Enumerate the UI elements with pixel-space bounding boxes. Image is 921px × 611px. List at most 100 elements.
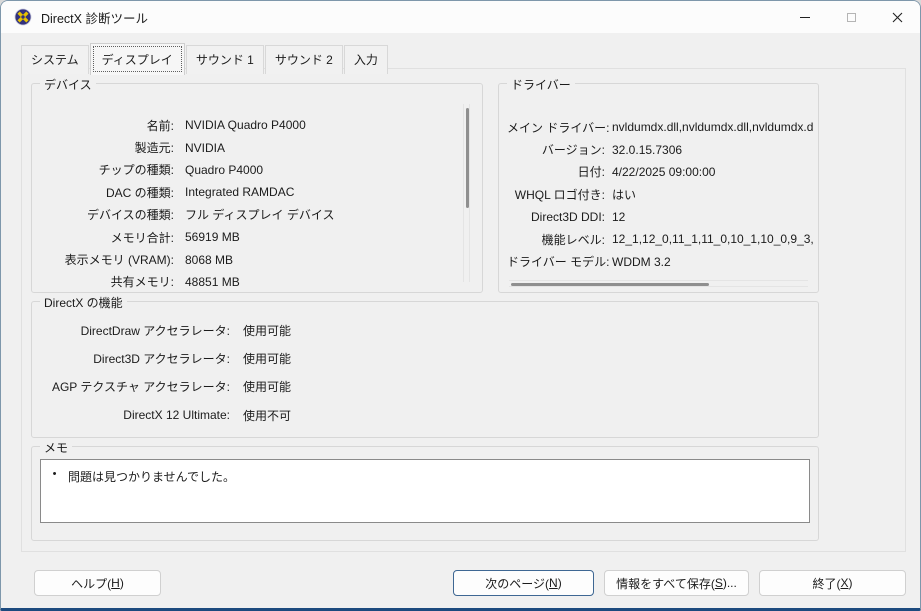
- info-value: 12: [612, 209, 626, 224]
- bullet-icon: •: [52, 468, 57, 480]
- info-row: DirectX 12 Ultimate: 使用不可: [40, 401, 810, 429]
- info-value: 使用不可: [243, 408, 292, 423]
- button-label: 次のページ(: [485, 576, 550, 591]
- tab[interactable]: ディスプレイ: [89, 43, 185, 75]
- driver-rows: メイン ドライバー: nvldumdx.dll,nvldumdx.dll,nvl…: [507, 116, 814, 273]
- info-value: 使用可能: [243, 380, 292, 395]
- close-button[interactable]: [874, 1, 920, 33]
- maximize-icon: [846, 12, 856, 22]
- info-value: WDDM 3.2: [612, 254, 671, 269]
- driver-horizontal-scrollbar[interactable]: [509, 280, 808, 287]
- info-row: Direct3D DDI: 12: [507, 206, 814, 228]
- info-label: Direct3D アクセラレータ:: [93, 352, 230, 367]
- info-row: DirectDraw アクセラレータ: 使用可能: [40, 316, 810, 344]
- info-value: フル ディスプレイ デバイス: [185, 208, 335, 223]
- close-icon: [892, 12, 902, 22]
- button-label: ヘルプ(: [71, 576, 112, 591]
- info-row: メイン ドライバー: nvldumdx.dll,nvldumdx.dll,nvl…: [507, 116, 814, 138]
- window-controls: [782, 1, 920, 33]
- info-value: 48851 MB: [185, 274, 240, 289]
- device-vertical-scrollbar[interactable]: [463, 104, 470, 282]
- info-label: チップの種類:: [98, 163, 174, 178]
- info-label: 表示メモリ (VRAM):: [64, 253, 174, 268]
- info-value: 12_1,12_0,11_1,11_0,10_1,10_0,9_3,9_2,9_…: [612, 232, 814, 247]
- info-row: 日付: 4/22/2025 09:00:00: [507, 161, 814, 183]
- info-value: nvldumdx.dll,nvldumdx.dll,nvldumdx.dll,: [612, 120, 814, 135]
- next-page-button[interactable]: 次のページ(N): [453, 570, 594, 596]
- tab-label: 入力: [353, 53, 378, 67]
- info-label: 製造元:: [134, 141, 174, 156]
- info-label: AGP テクスチャ アクセラレータ:: [51, 380, 230, 395]
- device-group: デバイス 名前: NVIDIA Quadro P4000 製造元: NVIDIA…: [31, 76, 483, 293]
- button-mnemonic: H: [111, 576, 120, 590]
- info-label: DirectX 12 Ultimate:: [123, 408, 230, 423]
- info-row: Direct3D アクセラレータ: 使用可能: [40, 344, 810, 372]
- info-row: 共有メモリ: 48851 MB: [40, 271, 450, 293]
- note-item: • 問題は見つかりませんでした。: [41, 460, 809, 485]
- dxdiag-window: DirectX 診断ツール システム ディスプレイ サウンド 1 サウンド 2 入力 デ…: [0, 0, 921, 611]
- window-title: DirectX 診断ツール: [41, 11, 148, 26]
- driver-group-title: ドライバー: [507, 76, 575, 93]
- tab-bar: システム ディスプレイ サウンド 1 サウンド 2 入力: [21, 43, 389, 75]
- save-all-information-button[interactable]: 情報をすべて保存(S)...: [604, 570, 749, 596]
- button-label: ): [119, 576, 124, 590]
- button-mnemonic: S: [714, 576, 723, 590]
- tab[interactable]: 入力: [343, 45, 388, 74]
- info-value: 8068 MB: [185, 252, 234, 267]
- tab[interactable]: システム: [21, 45, 89, 74]
- directx-features-group: DirectX の機能 DirectDraw アクセラレータ: 使用可能 Dir…: [31, 294, 819, 438]
- tab-label: ディスプレイ: [101, 53, 173, 67]
- button-label: 情報をすべて保存(: [616, 576, 715, 591]
- minimize-button[interactable]: [782, 1, 828, 33]
- title-bar: DirectX 診断ツール: [1, 1, 920, 33]
- info-label: DAC の種類:: [105, 185, 174, 200]
- info-row: ドライバー モデル: WDDM 3.2: [507, 250, 814, 272]
- button-label: 終了(: [812, 576, 841, 591]
- info-row: バージョン: 32.0.15.7306: [507, 138, 814, 160]
- button-mnemonic: N: [549, 576, 558, 590]
- info-row: 製造元: NVIDIA: [40, 136, 450, 158]
- info-label: メイン ドライバー:: [507, 120, 610, 135]
- info-label: バージョン:: [541, 143, 605, 158]
- exit-button[interactable]: 終了(X): [759, 570, 906, 596]
- device-group-title: デバイス: [40, 76, 96, 93]
- info-label: 日付:: [577, 165, 605, 180]
- notes-group-title: メモ: [40, 439, 73, 456]
- driver-scrollbar-thumb[interactable]: [511, 283, 709, 286]
- info-label: DirectDraw アクセラレータ:: [80, 323, 230, 338]
- button-mnemonic: X: [840, 576, 849, 590]
- info-row: デバイスの種類: フル ディスプレイ デバイス: [40, 204, 450, 226]
- directx-features-group-title: DirectX の機能: [40, 294, 127, 311]
- info-value: Integrated RAMDAC: [185, 185, 295, 200]
- note-text: 問題は見つかりませんでした。: [68, 470, 236, 484]
- tab[interactable]: サウンド 1: [185, 45, 264, 74]
- button-label: )...: [722, 576, 737, 590]
- tab[interactable]: サウンド 2: [264, 45, 343, 74]
- info-label: Direct3D DDI:: [530, 209, 605, 224]
- notes-group: メモ • 問題は見つかりませんでした。: [31, 439, 819, 541]
- info-row: 名前: NVIDIA Quadro P4000: [40, 114, 450, 136]
- info-row: 機能レベル: 12_1,12_0,11_1,11_0,10_1,10_0,9_3…: [507, 228, 814, 250]
- info-value: Quadro P4000: [185, 162, 264, 177]
- info-value: 4/22/2025 09:00:00: [612, 164, 716, 179]
- info-value: はい: [612, 187, 637, 202]
- info-label: メモリ合計:: [110, 230, 174, 245]
- info-row: DAC の種類: Integrated RAMDAC: [40, 181, 450, 203]
- info-label: 名前:: [146, 118, 174, 133]
- info-value: NVIDIA Quadro P4000: [185, 118, 306, 133]
- maximize-button: [828, 1, 874, 33]
- device-scrollbar-thumb[interactable]: [466, 108, 469, 208]
- tab-label: システム: [31, 53, 79, 67]
- tab-label: サウンド 1: [195, 53, 254, 67]
- device-rows: 名前: NVIDIA Quadro P4000 製造元: NVIDIA チップの…: [40, 114, 450, 293]
- info-value: 使用可能: [243, 323, 292, 338]
- button-label: ): [848, 576, 853, 590]
- help-button[interactable]: ヘルプ(H): [34, 570, 161, 596]
- button-label: ): [557, 576, 562, 590]
- info-row: 表示メモリ (VRAM): 8068 MB: [40, 248, 450, 270]
- info-row: メモリ合計: 56919 MB: [40, 226, 450, 248]
- info-value: 56919 MB: [185, 230, 240, 245]
- info-label: ドライバー モデル:: [507, 255, 610, 270]
- notes-text-area[interactable]: • 問題は見つかりませんでした。: [40, 459, 810, 523]
- info-row: AGP テクスチャ アクセラレータ: 使用可能: [40, 373, 810, 401]
